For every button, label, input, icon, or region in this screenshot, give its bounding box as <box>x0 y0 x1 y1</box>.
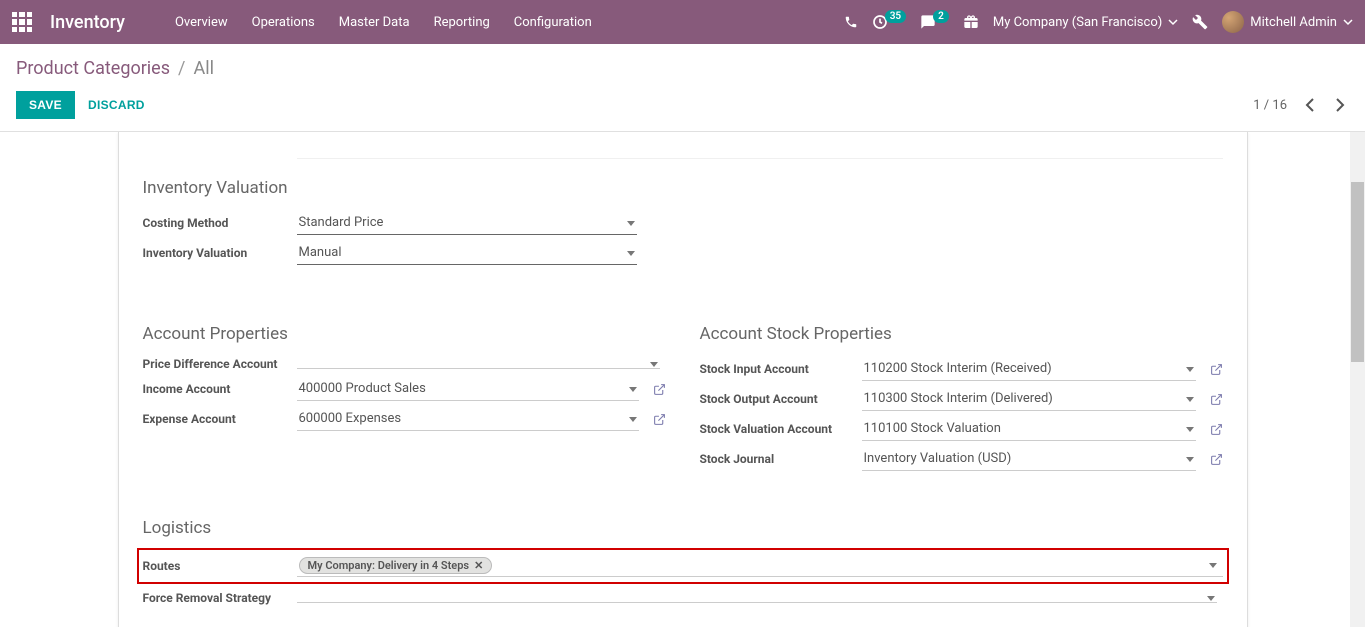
main-nav: Overview Operations Master Data Reportin… <box>165 9 602 36</box>
external-link-icon[interactable] <box>1210 453 1223 466</box>
company-selector[interactable]: My Company (San Francisco) <box>993 15 1178 30</box>
force-removal-input[interactable] <box>297 594 1217 603</box>
discard-button[interactable]: DISCARD <box>75 91 158 119</box>
activity-badge: 35 <box>885 10 906 23</box>
company-name: My Company (San Francisco) <box>993 15 1162 30</box>
external-link-icon[interactable] <box>1210 423 1223 436</box>
chevron-down-icon[interactable] <box>1209 563 1217 568</box>
stock-input-label: Stock Input Account <box>700 362 862 376</box>
costing-method-label: Costing Method <box>143 216 297 230</box>
chat-icon[interactable]: 2 <box>920 14 949 30</box>
section-inventory-valuation: Inventory Valuation <box>143 178 1223 198</box>
topbar-right: 35 2 My Company (San Francisco) Mitchell… <box>844 11 1353 33</box>
user-name: Mitchell Admin <box>1250 15 1337 30</box>
breadcrumb-parent[interactable]: Product Categories <box>16 58 170 79</box>
inventory-valuation-label: Inventory Valuation <box>143 246 297 260</box>
pager: 1 / 16 <box>1253 98 1349 113</box>
nav-master-data[interactable]: Master Data <box>329 9 420 36</box>
stock-journal-input[interactable]: Inventory Valuation (USD) <box>862 447 1196 471</box>
breadcrumb-current: All <box>193 58 214 79</box>
expense-account-input[interactable]: 600000 Expenses <box>297 407 639 431</box>
route-tag[interactable]: My Company: Delivery in 4 Steps ✕ <box>299 557 493 574</box>
external-link-icon[interactable] <box>653 383 666 396</box>
action-bar: SAVE DISCARD 1 / 16 <box>0 85 1365 132</box>
force-removal-label: Force Removal Strategy <box>143 591 297 605</box>
stock-valuation-account[interactable]: 110100 Stock Valuation <box>862 417 1196 441</box>
price-diff-label: Price Difference Account <box>143 357 297 371</box>
routes-input[interactable]: My Company: Delivery in 4 Steps ✕ <box>297 555 1223 577</box>
external-link-icon[interactable] <box>653 413 666 426</box>
price-diff-input[interactable] <box>297 360 660 369</box>
chat-badge: 2 <box>933 10 949 23</box>
apps-icon[interactable] <box>12 12 32 32</box>
scrollbar-thumb[interactable] <box>1351 182 1364 362</box>
costing-method-select[interactable]: Standard Price <box>297 211 637 235</box>
stock-valuation-label: Stock Valuation Account <box>700 422 862 436</box>
breadcrumb-separator: / <box>178 58 185 79</box>
nav-operations[interactable]: Operations <box>242 9 325 36</box>
scrollbar-track[interactable] <box>1350 132 1365 627</box>
section-account-stock: Account Stock Properties <box>700 324 1223 344</box>
user-menu[interactable]: Mitchell Admin <box>1222 11 1353 33</box>
nav-configuration[interactable]: Configuration <box>504 9 602 36</box>
income-account-label: Income Account <box>143 382 297 396</box>
stock-input-account[interactable]: 110200 Stock Interim (Received) <box>862 357 1196 381</box>
section-account-properties: Account Properties <box>143 324 666 344</box>
external-link-icon[interactable] <box>1210 393 1223 406</box>
gift-icon[interactable] <box>963 14 979 30</box>
stock-output-label: Stock Output Account <box>700 392 862 406</box>
stock-output-account[interactable]: 110300 Stock Interim (Delivered) <box>862 387 1196 411</box>
top-bar: Inventory Overview Operations Master Dat… <box>0 0 1365 44</box>
routes-highlight: Routes My Company: Delivery in 4 Steps ✕ <box>137 548 1229 584</box>
route-tag-label: My Company: Delivery in 4 Steps <box>308 559 470 572</box>
expense-account-label: Expense Account <box>143 412 297 426</box>
routes-label: Routes <box>143 559 297 573</box>
pager-text[interactable]: 1 / 16 <box>1253 98 1287 113</box>
nav-overview[interactable]: Overview <box>165 9 238 36</box>
content-area: Inventory Valuation Costing Method Stand… <box>0 132 1365 627</box>
form-sheet: Inventory Valuation Costing Method Stand… <box>118 132 1248 627</box>
inventory-valuation-select[interactable]: Manual <box>297 241 637 265</box>
breadcrumb: Product Categories / All <box>0 44 1365 85</box>
stock-journal-label: Stock Journal <box>700 452 862 466</box>
income-account-input[interactable]: 400000 Product Sales <box>297 377 639 401</box>
pager-next-icon[interactable] <box>1332 98 1349 112</box>
partial-input[interactable] <box>297 145 1223 159</box>
phone-icon[interactable] <box>844 15 858 29</box>
app-brand[interactable]: Inventory <box>50 12 125 33</box>
pager-prev-icon[interactable] <box>1301 98 1318 112</box>
save-button[interactable]: SAVE <box>16 91 75 119</box>
debug-icon[interactable] <box>1192 14 1208 30</box>
tag-remove-icon[interactable]: ✕ <box>474 559 483 572</box>
external-link-icon[interactable] <box>1210 363 1223 376</box>
activity-icon[interactable]: 35 <box>872 14 906 30</box>
section-logistics: Logistics <box>143 518 1223 538</box>
avatar <box>1222 11 1244 33</box>
nav-reporting[interactable]: Reporting <box>424 9 500 36</box>
